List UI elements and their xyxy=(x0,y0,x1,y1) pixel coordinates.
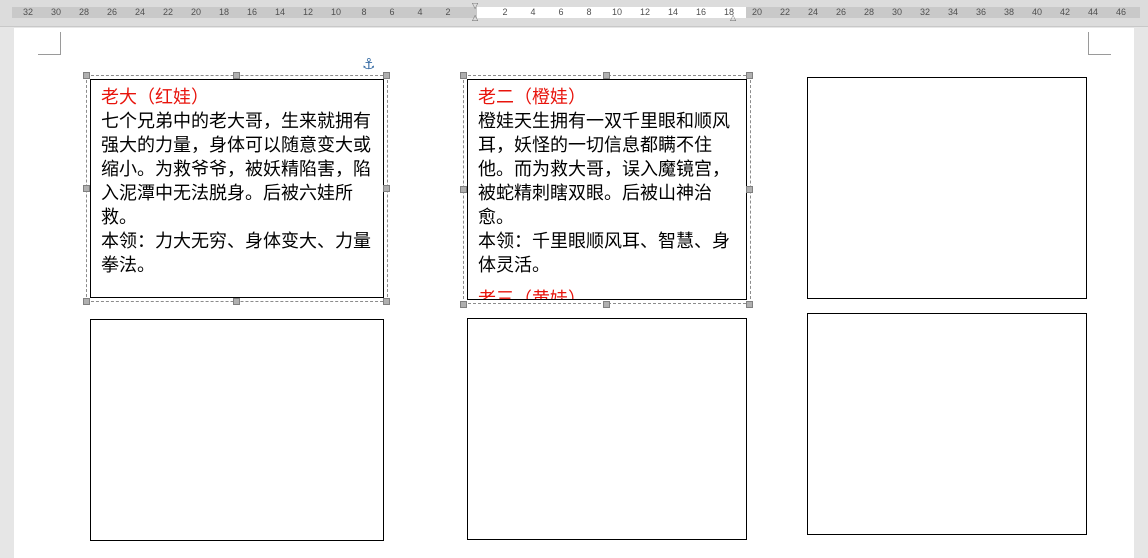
ruler-number: 14 xyxy=(274,7,285,17)
ruler-number: 46 xyxy=(1115,7,1126,17)
right-indent-marker[interactable]: △ xyxy=(730,14,736,22)
resize-handle-middle-right[interactable] xyxy=(746,186,753,193)
ruler-number: 18 xyxy=(218,7,229,17)
ruler-number: 24 xyxy=(807,7,818,17)
ruler-number: 28 xyxy=(78,7,89,17)
resize-handle-bottom-left[interactable] xyxy=(460,301,467,308)
ruler-number: 8 xyxy=(586,7,592,17)
textbox-content: 老二（橙娃） 橙娃天生拥有一双千里眼和顺风耳，妖怪的一切信息都瞒不住他。而为救大… xyxy=(478,86,740,278)
resize-handle-bottom-right[interactable] xyxy=(383,298,390,305)
resize-handle-bottom-left[interactable] xyxy=(83,298,90,305)
ruler-number: 32 xyxy=(919,7,930,17)
first-line-indent-marker[interactable]: ▽ xyxy=(472,2,478,10)
resize-handle-top-center[interactable] xyxy=(603,72,610,79)
ruler-number: 12 xyxy=(302,7,313,17)
textbox-ability: 本领：千里眼顺风耳、智慧、身体灵活。 xyxy=(478,231,730,276)
resize-handle-bottom-center[interactable] xyxy=(233,298,240,305)
resize-handle-middle-right[interactable] xyxy=(383,185,390,192)
ruler-number: 12 xyxy=(639,7,650,17)
ruler-number: 6 xyxy=(389,7,395,17)
left-indent-marker[interactable]: △ xyxy=(472,14,478,22)
ruler-number: 10 xyxy=(330,7,341,17)
ruler-number: 20 xyxy=(190,7,201,17)
textbox-body: 七个兄弟中的老大哥，生来就拥有强大的力量，身体可以随意变大或缩小。为救爷爷，被妖… xyxy=(101,111,371,228)
textbox-second-brother[interactable]: 老二（橙娃） 橙娃天生拥有一双千里眼和顺风耳，妖怪的一切信息都瞒不住他。而为救大… xyxy=(467,79,747,300)
textbox-empty[interactable] xyxy=(807,313,1087,535)
ruler-number: 10 xyxy=(611,7,622,17)
textbox-overflow-title: 老三（黄娃） xyxy=(478,289,586,300)
ruler-number: 44 xyxy=(1087,7,1098,17)
resize-handle-top-right[interactable] xyxy=(383,72,390,79)
ruler-number: 18 xyxy=(723,7,734,17)
ruler-number: 14 xyxy=(667,7,678,17)
ruler-number: 22 xyxy=(162,7,173,17)
resize-handle-bottom-center[interactable] xyxy=(603,301,610,308)
resize-handle-top-right[interactable] xyxy=(746,72,753,79)
ruler-number: 6 xyxy=(558,7,564,17)
textbox-eldest-brother[interactable]: 老大（红娃） 七个兄弟中的老大哥，生来就拥有强大的力量，身体可以随意变大或缩小。… xyxy=(90,79,384,298)
ruler-number: 8 xyxy=(361,7,367,17)
textbox-empty[interactable] xyxy=(90,319,384,541)
resize-handle-bottom-right[interactable] xyxy=(746,301,753,308)
textbox-content: 老大（红娃） 七个兄弟中的老大哥，生来就拥有强大的力量，身体可以随意变大或缩小。… xyxy=(101,86,377,278)
ruler-number: 32 xyxy=(22,7,33,17)
ruler-number: 4 xyxy=(417,7,423,17)
resize-handle-middle-left[interactable] xyxy=(460,186,467,193)
ruler-number: 16 xyxy=(695,7,706,17)
anchor-icon[interactable]: ⚓ xyxy=(362,57,375,72)
textbox-title: 老二（橙娃） xyxy=(478,87,586,108)
resize-handle-top-left[interactable] xyxy=(460,72,467,79)
ruler-number: 16 xyxy=(246,7,257,17)
ruler-number: 2 xyxy=(445,7,451,17)
document-page[interactable]: 老大（红娃） 七个兄弟中的老大哥，生来就拥有强大的力量，身体可以随意变大或缩小。… xyxy=(14,28,1134,558)
ruler-number: 36 xyxy=(975,7,986,17)
textbox-empty[interactable] xyxy=(467,318,747,540)
ruler-number: 24 xyxy=(134,7,145,17)
ruler-number: 2 xyxy=(502,7,508,17)
resize-handle-top-left[interactable] xyxy=(83,72,90,79)
ruler-number: 4 xyxy=(530,7,536,17)
left-margin-corner-mark xyxy=(38,32,61,55)
ruler-number: 26 xyxy=(835,7,846,17)
textbox-title: 老大（红娃） xyxy=(101,87,209,108)
ruler-number: 30 xyxy=(891,7,902,17)
horizontal-ruler[interactable]: 32 30 28 26 24 22 20 18 16 14 12 10 8 6 4 2 2 4 6 8 10 12 14 16… xyxy=(0,0,1148,27)
textbox-empty[interactable] xyxy=(807,77,1087,299)
ruler-number: 22 xyxy=(779,7,790,17)
ruler-number: 34 xyxy=(947,7,958,17)
resize-handle-middle-left[interactable] xyxy=(83,185,90,192)
ruler-number: 38 xyxy=(1003,7,1014,17)
resize-handle-top-center[interactable] xyxy=(233,72,240,79)
ruler-number: 40 xyxy=(1031,7,1042,17)
ruler-number: 42 xyxy=(1059,7,1070,17)
ruler-number: 30 xyxy=(50,7,61,17)
ruler-number: 20 xyxy=(751,7,762,17)
ruler-number: 26 xyxy=(106,7,117,17)
ruler-number: 28 xyxy=(863,7,874,17)
right-margin-corner-mark xyxy=(1088,32,1111,55)
textbox-body: 橙娃天生拥有一双千里眼和顺风耳，妖怪的一切信息都瞒不住他。而为救大哥，误入魔镜宫… xyxy=(478,111,730,228)
textbox-ability: 本领：力大无穷、身体变大、力量拳法。 xyxy=(101,231,371,276)
